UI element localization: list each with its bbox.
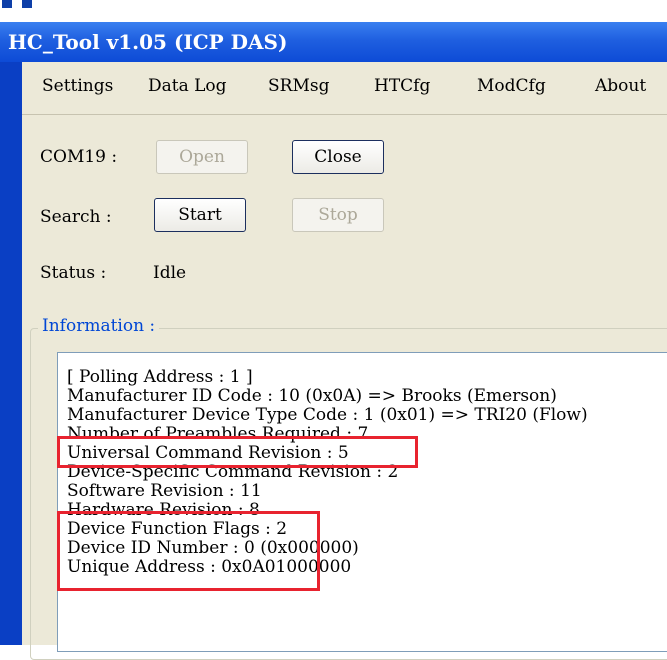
status-label: Status : [40,263,107,283]
menu-about[interactable]: About [595,76,646,96]
info-line: Manufacturer ID Code : 10 (0x0A) => Broo… [67,386,557,406]
close-button[interactable]: Close [292,140,384,174]
menu-settings[interactable]: Settings [42,76,113,96]
info-line: [ Polling Address : 1 ] [67,367,253,387]
window-corner-fragment [2,0,12,8]
menu-srmsg[interactable]: SRMsg [268,76,329,96]
menu-htcfg[interactable]: HTCfg [374,76,430,96]
menu-bar: Settings Data Log SRMsg HTCfg ModCfg Abo… [22,62,667,115]
menu-data-log[interactable]: Data Log [148,76,227,96]
com-port-label: COM19 : [40,147,118,167]
start-button[interactable]: Start [154,198,246,232]
window-title: HC_Tool v1.05 (ICP DAS) [8,30,288,54]
open-button[interactable]: Open [156,140,248,174]
information-legend: Information : [38,316,160,336]
status-value: Idle [153,263,187,283]
stop-button[interactable]: Stop [292,198,384,232]
left-border [0,62,22,645]
info-line: Manufacturer Device Type Code : 1 (0x01)… [67,405,588,425]
highlight-box-revisions [57,511,320,591]
title-bar[interactable]: HC_Tool v1.05 (ICP DAS) [0,22,667,62]
search-label: Search : [40,207,112,227]
window-corner-fragment [22,0,32,8]
info-line: Software Revision : 11 [67,481,262,501]
menu-modcfg[interactable]: ModCfg [477,76,546,96]
highlight-box-preambles [57,436,418,468]
